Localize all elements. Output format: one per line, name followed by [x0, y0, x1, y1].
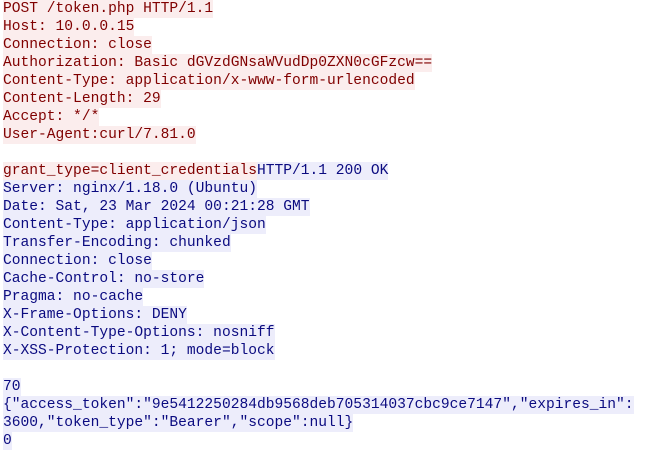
response-header: Connection: close [3, 252, 658, 270]
request-header-text: User-Agent:curl/7.81.0 [3, 126, 196, 144]
response-header: X-Content-Type-Options: nosniff [3, 324, 658, 342]
request-header: Connection: close [3, 36, 658, 54]
response-header-text: Content-Type: application/json [3, 216, 266, 234]
tcp-stream-view[interactable]: POST /token.php HTTP/1.1 Host: 10.0.0.15… [3, 0, 658, 450]
response-body-text: {"access_token":"9e5412250284db9568deb70… [3, 396, 634, 414]
response-header-text: Server: nginx/1.18.0 (Ubuntu) [3, 180, 257, 198]
response-header-text: Date: Sat, 23 Mar 2024 00:21:28 GMT [3, 198, 310, 216]
response-header: X-XSS-Protection: 1; mode=block [3, 342, 658, 360]
response-terminal-chunk: 0 [3, 432, 658, 450]
request-body-and-status-line: grant_type=client_credentialsHTTP/1.1 20… [3, 162, 658, 180]
response-header-text: X-Frame-Options: DENY [3, 306, 187, 324]
response-header-text: Cache-Control: no-store [3, 270, 205, 288]
response-header: X-Frame-Options: DENY [3, 306, 658, 324]
response-header: Date: Sat, 23 Mar 2024 00:21:28 GMT [3, 198, 658, 216]
response-status-line: HTTP/1.1 200 OK [256, 162, 389, 180]
request-header: Content-Type: application/x-www-form-url… [3, 72, 658, 90]
request-header-text: Authorization: Basic dGVzdGNsaWVudDp0ZXN… [3, 54, 433, 72]
request-header-text: Content-Type: application/x-www-form-url… [3, 72, 415, 90]
response-header: Pragma: no-cache [3, 288, 658, 306]
response-header: Transfer-Encoding: chunked [3, 234, 658, 252]
request-header-text: Host: 10.0.0.15 [3, 18, 135, 36]
response-header-text: Connection: close [3, 252, 152, 270]
request-header-text: Connection: close [3, 36, 152, 54]
request-header: User-Agent:curl/7.81.0 [3, 126, 658, 144]
terminal-chunk-text: 0 [3, 432, 12, 450]
request-body-text: grant_type=client_credentials [3, 162, 257, 180]
response-header: Server: nginx/1.18.0 (Ubuntu) [3, 180, 658, 198]
request-line-text: POST /token.php HTTP/1.1 [3, 0, 214, 18]
response-body-line: 3600,"token_type":"Bearer","scope":null} [3, 414, 658, 432]
request-line: POST /token.php HTTP/1.1 [3, 0, 658, 18]
response-header-text: Transfer-Encoding: chunked [3, 234, 231, 252]
response-header: Content-Type: application/json [3, 216, 658, 234]
response-header-text: X-Content-Type-Options: nosniff [3, 324, 275, 342]
request-header: Host: 10.0.0.15 [3, 18, 658, 36]
request-header: Content-Length: 29 [3, 90, 658, 108]
response-header: Cache-Control: no-store [3, 270, 658, 288]
response-header-text: X-XSS-Protection: 1; mode=block [3, 342, 275, 360]
response-header-text: Pragma: no-cache [3, 288, 144, 306]
response-body-text: 3600,"token_type":"Bearer","scope":null} [3, 414, 354, 432]
response-chunk-size: 70 [3, 378, 658, 396]
request-header: Authorization: Basic dGVzdGNsaWVudDp0ZXN… [3, 54, 658, 72]
request-header-text: Accept: */* [3, 108, 100, 126]
request-header: Accept: */* [3, 108, 658, 126]
response-body-line: {"access_token":"9e5412250284db9568deb70… [3, 396, 658, 414]
chunk-size-text: 70 [3, 378, 21, 396]
request-header-text: Content-Length: 29 [3, 90, 161, 108]
